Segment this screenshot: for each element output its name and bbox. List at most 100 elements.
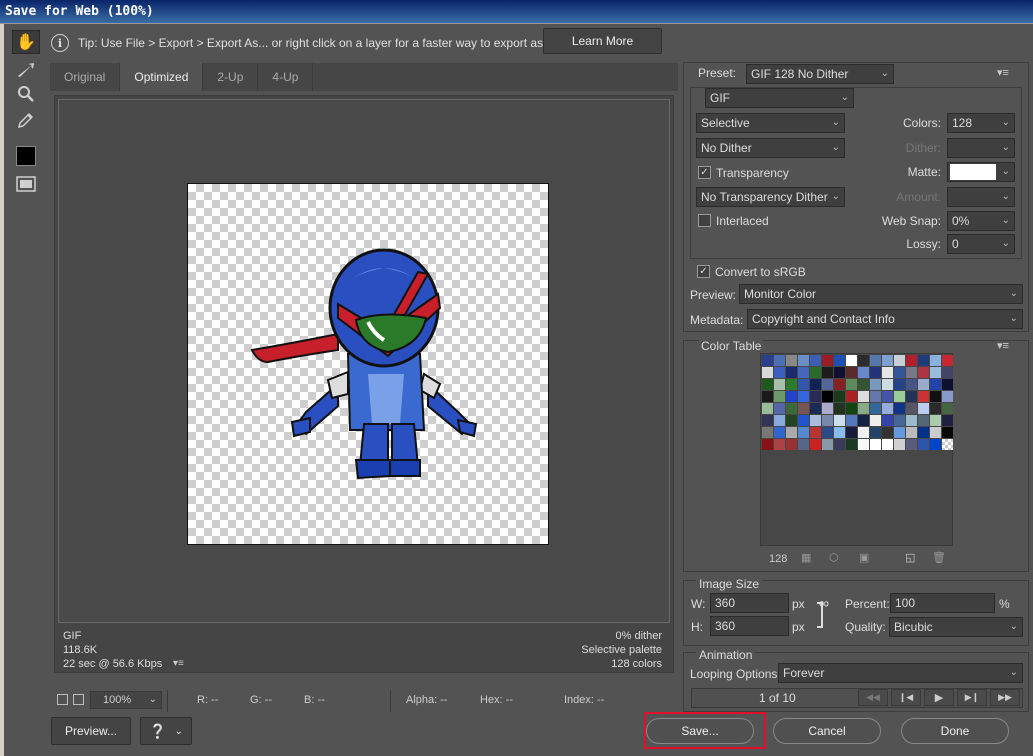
learn-more-button[interactable]: Learn More — [543, 28, 662, 54]
height-input[interactable]: 360 — [710, 616, 789, 636]
color-swatch[interactable] — [774, 403, 785, 414]
map-to-transparent-icon[interactable]: ▦ — [801, 551, 811, 564]
color-swatch[interactable] — [882, 391, 893, 402]
color-swatch[interactable] — [942, 355, 953, 366]
color-swatch[interactable] — [894, 415, 905, 426]
color-swatch[interactable] — [798, 379, 809, 390]
color-swatch[interactable] — [810, 415, 821, 426]
color-swatch[interactable] — [882, 427, 893, 438]
color-swatch[interactable] — [906, 355, 917, 366]
color-table-menu-icon[interactable]: ▾≡ — [997, 339, 1009, 352]
color-swatch[interactable] — [810, 367, 821, 378]
browser-preview-button[interactable]: ❔ ⌄ — [140, 717, 192, 745]
color-swatch[interactable] — [870, 355, 881, 366]
color-swatch[interactable] — [906, 379, 917, 390]
color-swatch[interactable] — [774, 379, 785, 390]
image-canvas[interactable] — [187, 183, 549, 545]
tab-original[interactable]: Original — [50, 63, 121, 91]
convert-srgb-checkbox[interactable]: ✓ — [697, 265, 710, 278]
link-icon[interactable]: ∞ — [819, 595, 829, 611]
color-swatch[interactable] — [810, 439, 821, 450]
previous-frame-icon[interactable]: ❙◀ — [891, 689, 921, 706]
color-swatch[interactable] — [870, 391, 881, 402]
color-swatch[interactable] — [858, 415, 869, 426]
color-swatch[interactable] — [762, 367, 773, 378]
color-swatch[interactable] — [882, 379, 893, 390]
color-swatch[interactable] — [786, 379, 797, 390]
color-swatch[interactable] — [870, 367, 881, 378]
color-swatch[interactable] — [798, 427, 809, 438]
color-swatch[interactable] — [786, 439, 797, 450]
color-swatch[interactable] — [822, 355, 833, 366]
color-swatch[interactable] — [762, 391, 773, 402]
color-swatch[interactable] — [846, 415, 857, 426]
color-swatch[interactable] — [822, 379, 833, 390]
dither-algorithm-select[interactable]: No Dither ⌄ — [696, 138, 845, 158]
color-swatch[interactable] — [774, 355, 785, 366]
color-swatch[interactable] — [894, 379, 905, 390]
color-swatch[interactable] — [762, 355, 773, 366]
percent-input[interactable]: 100 — [890, 593, 995, 613]
color-swatch[interactable] — [930, 439, 941, 450]
color-swatch[interactable] — [834, 439, 845, 450]
color-swatch[interactable] — [858, 367, 869, 378]
color-swatch[interactable] — [894, 427, 905, 438]
color-swatch[interactable] — [786, 355, 797, 366]
color-reduction-select[interactable]: Selective ⌄ — [696, 113, 845, 133]
color-swatch[interactable] — [846, 439, 857, 450]
width-input[interactable]: 360 — [710, 593, 789, 613]
color-swatch[interactable] — [774, 427, 785, 438]
last-frame-icon[interactable]: ▶▶ — [990, 689, 1020, 706]
color-swatch[interactable] — [798, 403, 809, 414]
color-swatch[interactable] — [930, 367, 941, 378]
color-swatch[interactable] — [798, 367, 809, 378]
color-swatch[interactable] — [786, 427, 797, 438]
color-swatch[interactable] — [918, 439, 929, 450]
color-swatch[interactable] — [942, 439, 953, 450]
color-swatch[interactable] — [834, 427, 845, 438]
color-swatch[interactable] — [906, 367, 917, 378]
color-swatch[interactable] — [870, 439, 881, 450]
color-swatch[interactable] — [894, 439, 905, 450]
preset-select[interactable]: GIF 128 No Dither ⌄ — [746, 64, 894, 84]
optimize-menu-icon[interactable]: ▾≡ — [997, 66, 1009, 79]
color-swatch[interactable] — [882, 355, 893, 366]
color-swatch[interactable] — [882, 415, 893, 426]
color-swatch[interactable] — [930, 403, 941, 414]
looping-select[interactable]: Forever ⌄ — [778, 663, 1023, 683]
done-button[interactable]: Done — [901, 718, 1009, 744]
colors-select[interactable]: 128 ⌄ — [947, 113, 1015, 133]
color-swatch[interactable] — [774, 391, 785, 402]
transparency-dither-select[interactable]: No Transparency Dither ⌄ — [696, 187, 845, 207]
color-swatch[interactable] — [834, 367, 845, 378]
color-swatch[interactable] — [870, 415, 881, 426]
color-swatch[interactable] — [786, 391, 797, 402]
color-swatch[interactable] — [846, 379, 857, 390]
color-swatch[interactable] — [906, 427, 917, 438]
eyedropper-tool-icon[interactable] — [12, 108, 40, 132]
color-swatch[interactable] — [918, 427, 929, 438]
web-shift-icon[interactable]: ⬡ — [829, 551, 839, 564]
color-swatch[interactable] — [906, 391, 917, 402]
color-swatch[interactable] — [762, 403, 773, 414]
color-swatch[interactable] — [846, 391, 857, 402]
color-swatch[interactable] — [894, 367, 905, 378]
toggle-slices-visibility-icon[interactable] — [12, 172, 40, 196]
color-swatch[interactable] — [822, 427, 833, 438]
color-swatch[interactable] — [822, 391, 833, 402]
color-swatch[interactable] — [942, 379, 953, 390]
metadata-select[interactable]: Copyright and Contact Info ⌄ — [747, 309, 1023, 329]
color-swatch[interactable] — [870, 379, 881, 390]
tab-optimized[interactable]: Optimized — [120, 63, 204, 91]
color-swatch[interactable] — [834, 391, 845, 402]
cancel-button[interactable]: Cancel — [773, 718, 881, 744]
color-swatch[interactable] — [846, 355, 857, 366]
color-swatch[interactable] — [930, 427, 941, 438]
preview-button[interactable]: Preview... — [51, 717, 131, 745]
color-swatch[interactable] — [810, 355, 821, 366]
single-view-icon[interactable] — [57, 694, 68, 705]
color-swatch[interactable] — [918, 379, 929, 390]
color-swatch[interactable] — [882, 403, 893, 414]
color-table[interactable] — [760, 353, 953, 546]
quality-select[interactable]: Bicubic ⌄ — [889, 617, 1023, 637]
